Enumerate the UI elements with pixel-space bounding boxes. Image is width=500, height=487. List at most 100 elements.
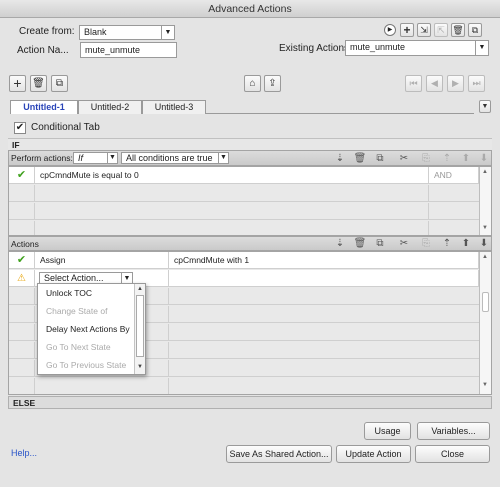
else-label: ELSE (13, 398, 36, 408)
save-shared-action-button[interactable]: Save As Shared Action... (226, 445, 332, 463)
delete-tab-icon[interactable]: 🗑 (30, 75, 47, 92)
copy-row-icon[interactable]: ⧉ (373, 238, 387, 250)
chevron-down-icon: ▼ (475, 41, 488, 55)
move-down-icon[interactable]: ⬇ (477, 238, 491, 250)
move-up-icon[interactable]: ⬆ (459, 153, 473, 165)
paste-row-icon[interactable]: ⎘ (419, 238, 433, 250)
action-options-list: Unlock TOC Change State of Delay Next Ac… (37, 283, 146, 375)
update-action-button[interactable]: Update Action (336, 445, 411, 463)
else-section-label[interactable]: ELSE (8, 396, 492, 409)
empty-cell (9, 342, 35, 359)
add-tab-icon[interactable]: + (9, 75, 26, 92)
scroll-up-icon[interactable]: ▲ (482, 169, 488, 175)
create-from-label: Create from: (19, 26, 75, 37)
duplicate-icon[interactable]: ⧉ (468, 23, 482, 37)
chevron-down-icon: ▼ (161, 26, 174, 39)
option-change-state-of: Change State of (46, 306, 108, 316)
conditional-tab-checkbox[interactable]: ✔ (14, 122, 26, 134)
option-go-to-previous-state: Go To Previous State (46, 360, 127, 370)
action-name-input[interactable]: mute_unmute (80, 42, 177, 58)
delete-row-icon[interactable]: 🗑 (353, 153, 367, 165)
tabs-menu-icon[interactable]: ▼ (479, 100, 491, 113)
tab-strip-line (206, 113, 474, 114)
prev-icon[interactable]: ◀ (426, 75, 443, 92)
empty-row[interactable] (9, 185, 479, 202)
copy-tab-icon[interactable]: ⧉ (51, 75, 68, 92)
existing-actions-select[interactable]: mute_unmute ▼ (345, 40, 489, 56)
scroll-up-icon[interactable]: ▲ (482, 254, 488, 260)
window-titlebar: Advanced Actions (0, 0, 500, 18)
condition-row[interactable]: ✔ cpCmndMute is equal to 0 AND (9, 167, 479, 184)
help-link[interactable]: Help... (11, 448, 37, 458)
chevron-down-icon: ▼ (218, 153, 228, 163)
insert-above-icon[interactable]: ⇡ (440, 238, 454, 250)
empty-cell (9, 324, 35, 341)
load-tab-icon[interactable]: ⇪ (264, 75, 281, 92)
cut-row-icon[interactable]: ✂ (397, 238, 411, 250)
create-from-value: Blank (84, 27, 107, 37)
insert-row-icon[interactable]: ⇣ (333, 238, 347, 250)
last-icon[interactable]: ⏭ (468, 75, 485, 92)
option-go-to-next-state: Go To Next State (46, 342, 111, 352)
delete-row-icon[interactable]: 🗑 (353, 238, 367, 250)
empty-row[interactable] (9, 221, 479, 235)
condition-operator: AND (429, 167, 479, 184)
next-icon[interactable]: ▶ (447, 75, 464, 92)
action-row[interactable]: ✔ Assign cpCmndMute with 1 (9, 252, 479, 269)
options-scrollbar[interactable]: ▲ ▼ (134, 284, 145, 374)
preview-icon[interactable]: ▶ (384, 24, 396, 36)
window-title: Advanced Actions (208, 3, 292, 15)
empty-cell (35, 203, 429, 220)
tab-label: Untitled-2 (90, 102, 130, 112)
insert-row-icon[interactable]: ⇣ (333, 153, 347, 165)
empty-row[interactable] (9, 203, 479, 220)
save-tab-icon[interactable]: ⌂ (244, 75, 261, 92)
scroll-up-icon[interactable]: ▲ (137, 286, 143, 292)
action-detail (169, 270, 479, 287)
paste-row-icon[interactable]: ⎘ (419, 153, 433, 165)
action-name-value: mute_unmute (85, 45, 141, 55)
actions-scrollbar[interactable]: ▲ ▼ (479, 252, 491, 394)
insert-above-icon[interactable]: ⇡ (440, 153, 454, 165)
scroll-down-icon[interactable]: ▼ (137, 364, 143, 370)
create-from-select[interactable]: Blank ▼ (79, 25, 175, 40)
option-unlock-toc[interactable]: Unlock TOC (38, 284, 92, 303)
scroll-thumb[interactable] (482, 292, 489, 312)
empty-cell (9, 288, 35, 305)
move-up-icon[interactable]: ⬆ (459, 238, 473, 250)
first-icon[interactable]: ⏮ (405, 75, 422, 92)
tab-untitled-2[interactable]: Untitled-2 (78, 100, 142, 114)
empty-row[interactable] (9, 378, 479, 394)
if-section-label: IF (8, 138, 492, 150)
check-icon: ✔ (9, 252, 35, 269)
copy-row-icon[interactable]: ⧉ (373, 153, 387, 165)
tab-untitled-3[interactable]: Untitled-3 (142, 100, 206, 114)
option-delay-next-actions[interactable]: Delay Next Actions By (38, 320, 130, 339)
if-type-select[interactable]: If ▼ (73, 152, 118, 164)
cut-row-icon[interactable]: ✂ (397, 153, 411, 165)
tab-label: Untitled-3 (154, 102, 194, 112)
scroll-down-icon[interactable]: ▼ (482, 382, 488, 388)
tab-untitled-1[interactable]: Untitled-1 (10, 100, 78, 114)
scroll-thumb[interactable] (136, 295, 144, 357)
chevron-down-icon: ▼ (107, 153, 117, 163)
export-icon[interactable]: ⇱ (434, 23, 448, 37)
trash-icon[interactable]: 🗑 (451, 23, 465, 37)
condition-text: cpCmndMute is equal to 0 (35, 167, 429, 184)
select-action-value: Select Action... (44, 273, 104, 283)
close-button[interactable]: Close (415, 445, 490, 463)
empty-cell (9, 185, 35, 202)
variables-button[interactable]: Variables... (417, 422, 490, 440)
conditions-grid: ✔ cpCmndMute is equal to 0 AND ▲ ▼ (8, 166, 492, 236)
check-icon: ✔ (9, 167, 35, 184)
conditions-select[interactable]: All conditions are true ▼ (121, 152, 229, 164)
add-icon[interactable]: + (400, 23, 414, 37)
import-icon[interactable]: ⇲ (417, 23, 431, 37)
usage-button[interactable]: Usage (364, 422, 411, 440)
scroll-down-icon[interactable]: ▼ (482, 225, 488, 231)
empty-cell (35, 378, 169, 394)
actions-label: Actions (11, 239, 39, 249)
conditions-scrollbar[interactable]: ▲ ▼ (479, 167, 491, 235)
move-down-icon[interactable]: ⬇ (477, 153, 491, 165)
if-toolbar: Perform actions: If ▼ All conditions are… (8, 150, 492, 166)
